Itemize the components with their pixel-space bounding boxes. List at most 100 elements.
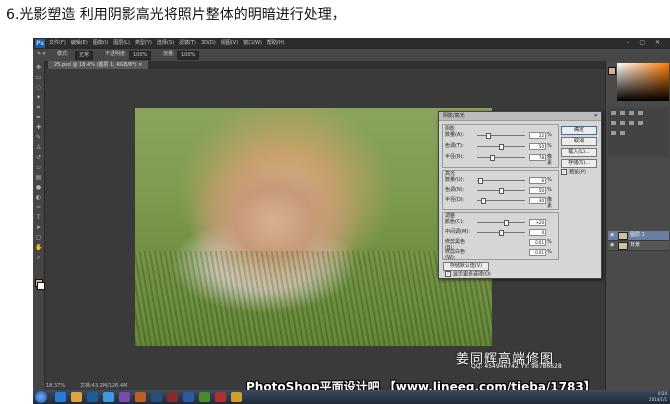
folder-icon[interactable]: [71, 392, 82, 402]
app-icon[interactable]: [167, 392, 178, 402]
lasso-tool-icon[interactable]: ◌: [35, 85, 42, 91]
move-tool-icon[interactable]: ✥: [35, 65, 42, 71]
menu-item-layer[interactable]: 图层(L): [113, 39, 130, 48]
close-icon[interactable]: ✕: [594, 112, 598, 120]
preview-checkbox[interactable]: ✓ 预览(P): [561, 169, 586, 176]
exposure-adjust-icon[interactable]: [638, 111, 643, 115]
more-options-checkbox[interactable]: ✓ 显示更多选项(O): [445, 271, 491, 278]
blur-tool-icon[interactable]: ●: [35, 185, 42, 191]
slider-track[interactable]: [477, 222, 525, 223]
lightroom-icon[interactable]: [151, 392, 162, 402]
slider-thumb[interactable]: [499, 144, 504, 150]
menu-item-window[interactable]: 窗口(W): [243, 39, 262, 48]
brush-icon[interactable]: ✎: [35, 135, 42, 141]
value-field[interactable]: 50: [529, 143, 546, 150]
slider-thumb[interactable]: [499, 188, 504, 194]
start-button-icon[interactable]: [35, 391, 47, 403]
menu-item-select[interactable]: 选择(S): [157, 39, 174, 48]
value-field[interactable]: 0.01: [529, 239, 546, 246]
layer-name: 背景: [630, 242, 641, 248]
color-picker-field[interactable]: [617, 63, 669, 101]
menu-item-help[interactable]: 帮助(H): [267, 39, 285, 48]
pen-tool-icon[interactable]: ✑: [35, 205, 42, 211]
brush-tool-icon[interactable]: ✎ ▾: [37, 51, 45, 58]
menu-item-file[interactable]: 文件(F): [49, 39, 66, 48]
save-button[interactable]: 存储(S)...: [561, 159, 597, 168]
app-icon[interactable]: [199, 392, 210, 402]
flow-field[interactable]: 100%: [177, 51, 200, 60]
marquee-tool-icon[interactable]: ▭: [35, 75, 42, 81]
slider-thumb[interactable]: [478, 178, 483, 184]
slider-thumb[interactable]: [486, 133, 491, 139]
slider-track[interactable]: [477, 180, 525, 181]
hand-tool-icon[interactable]: ✋: [35, 245, 42, 251]
shape-tool-icon[interactable]: ▢: [35, 235, 42, 241]
heal-tool-icon[interactable]: ✚: [35, 125, 42, 131]
chrome-icon[interactable]: [231, 392, 242, 402]
app-icon[interactable]: [183, 392, 194, 402]
eye-icon[interactable]: ◉: [610, 242, 614, 248]
eye-icon[interactable]: ◉: [610, 232, 614, 238]
gradient-tool-icon[interactable]: ▤: [35, 175, 42, 181]
ie-icon[interactable]: [55, 392, 66, 402]
mode-select[interactable]: 正常: [75, 51, 94, 60]
balance-adjust-icon[interactable]: [629, 121, 634, 125]
dodge-tool-icon[interactable]: ◐: [35, 195, 42, 201]
path-select-tool-icon[interactable]: ➤: [35, 225, 42, 231]
menu-item-edit[interactable]: 编辑(E): [71, 39, 88, 48]
document-tab[interactable]: 25.psd @ 18.4% (图层 1, RGB/8*) ×: [48, 61, 149, 69]
type-tool-icon[interactable]: T: [35, 215, 42, 221]
layer-row-2[interactable]: ◉ 背景: [608, 241, 669, 251]
value-field[interactable]: 0: [529, 229, 546, 236]
slider-thumb[interactable]: [490, 155, 495, 161]
eraser-tool-icon[interactable]: ▱: [35, 165, 42, 171]
ps-taskbar-icon[interactable]: [87, 392, 98, 402]
slider-track[interactable]: [477, 157, 525, 158]
stamp-tool-icon[interactable]: ♙: [35, 145, 42, 151]
ok-button[interactable]: 确定: [561, 126, 597, 135]
history-brush-icon[interactable]: ↺: [35, 155, 42, 161]
posterize-adjust-icon[interactable]: [620, 131, 625, 135]
menu-item-view[interactable]: 视图(V): [221, 39, 238, 48]
value-field[interactable]: 78: [529, 154, 546, 161]
brightness-adjust-icon[interactable]: [611, 111, 616, 115]
opacity-field[interactable]: 100%: [129, 51, 152, 60]
value-field[interactable]: 50: [529, 187, 546, 194]
slider-thumb[interactable]: [499, 230, 504, 236]
panel-foreground-swatch[interactable]: [608, 67, 616, 75]
bw-adjust-icon[interactable]: [638, 121, 643, 125]
value-field[interactable]: 22: [529, 132, 546, 139]
menu-item-filter[interactable]: 滤镜(T): [179, 39, 196, 48]
menu-item-image[interactable]: 图像(I): [93, 39, 108, 48]
mode-label: 模式:: [57, 51, 69, 57]
quick-select-tool-icon[interactable]: ✦: [35, 95, 42, 101]
cancel-button[interactable]: 取消: [561, 137, 597, 146]
app-icon[interactable]: [215, 392, 226, 402]
value-field[interactable]: 0.01: [529, 249, 546, 256]
hue-adjust-icon[interactable]: [620, 121, 625, 125]
eyedropper-tool-icon[interactable]: ✒: [35, 115, 42, 121]
window-controls[interactable]: – ▢ ✕: [626, 39, 664, 46]
app-icon[interactable]: [103, 392, 114, 402]
background-color-swatch[interactable]: [37, 282, 45, 290]
curves-adjust-icon[interactable]: [629, 111, 634, 115]
slider-thumb[interactable]: [504, 220, 509, 226]
load-button[interactable]: 载入(L)...: [561, 148, 597, 157]
value-field[interactable]: 30: [529, 197, 546, 204]
vibrance-adjust-icon[interactable]: [611, 121, 616, 125]
invert-adjust-icon[interactable]: [611, 131, 616, 135]
app-icon[interactable]: [135, 392, 146, 402]
zoom-level[interactable]: 18.37%: [46, 383, 65, 390]
save-default-button[interactable]: 存储默认值(V): [443, 262, 489, 271]
menu-item-3d[interactable]: 3D(D): [201, 39, 216, 48]
layer-row-1[interactable]: ◉ 图层 1: [608, 231, 669, 241]
menu-item-type[interactable]: 类型(Y): [135, 39, 152, 48]
levels-adjust-icon[interactable]: [620, 111, 625, 115]
crop-tool-icon[interactable]: ⌗: [35, 105, 42, 111]
value-field[interactable]: +20: [529, 219, 546, 226]
zoom-tool-icon[interactable]: ⌕: [35, 255, 42, 261]
slider-thumb[interactable]: [481, 198, 486, 204]
slider-track[interactable]: [477, 135, 525, 136]
value-field[interactable]: 6: [529, 177, 546, 184]
app-icon[interactable]: [119, 392, 130, 402]
